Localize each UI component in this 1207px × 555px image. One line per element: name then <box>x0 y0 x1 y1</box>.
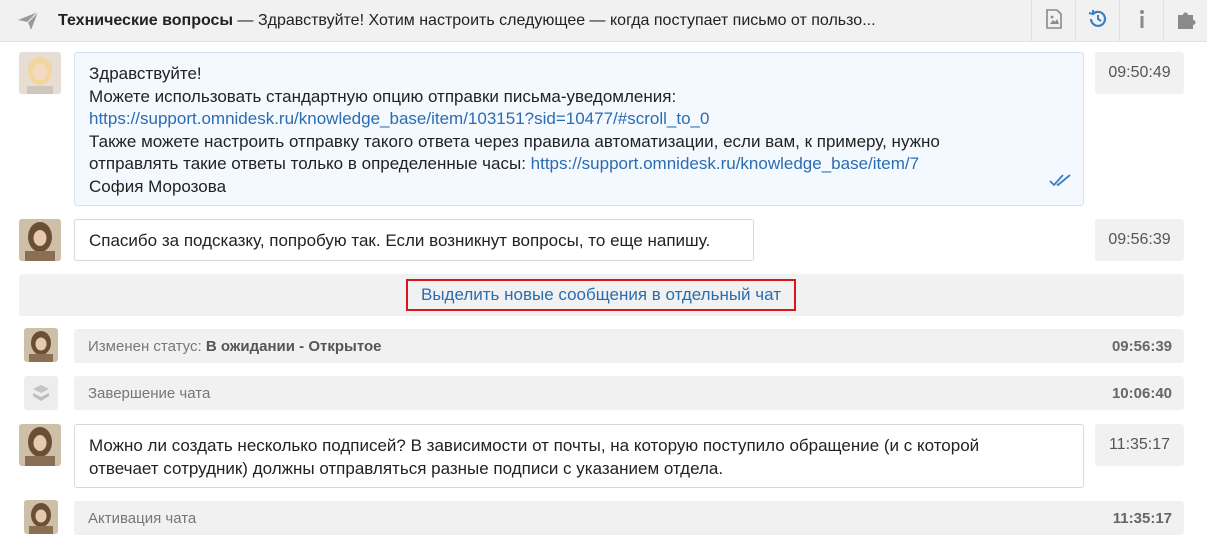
client-avatar <box>24 328 58 362</box>
history-button[interactable] <box>1075 0 1119 42</box>
message-line: Можно ли создать несколько подписей? В з… <box>89 436 980 455</box>
message-signature: София Морозова <box>89 176 227 196</box>
double-check-icon <box>1049 171 1073 194</box>
event-time: 09:56:39 <box>1111 338 1172 355</box>
event-status-value: В ожидании - Открытое <box>205 338 382 355</box>
chat-preview: — Здравствуйте! Хотим настроить следующе… <box>233 12 876 29</box>
client-avatar <box>19 424 61 466</box>
split-chat-link[interactable]: Выделить новые сообщения в отдельный чат <box>406 279 796 311</box>
message-time: 09:56:39 <box>1095 219 1184 261</box>
event-time: 11:35:17 <box>1112 510 1172 527</box>
info-icon <box>1137 9 1147 34</box>
message-bubble-client: Можно ли создать несколько подписей? В з… <box>74 424 1084 488</box>
message-line: отправлять такие ответы только в определ… <box>89 154 531 173</box>
apps-icon <box>1175 8 1197 35</box>
message-line: отвечает сотрудник) должны отправляться … <box>89 458 724 478</box>
attachments-icon <box>1045 8 1062 34</box>
message-bubble-client: Спасибо за подсказку, попробую так. Если… <box>74 219 754 261</box>
client-avatar <box>24 500 58 534</box>
knowledge-base-link[interactable]: https://support.omnidesk.ru/knowledge_ba… <box>531 154 919 173</box>
message-bubble-agent: Здравствуйте! Можете использовать станда… <box>74 52 1084 206</box>
knowledge-base-link[interactable]: https://support.omnidesk.ru/knowledge_ba… <box>89 109 709 128</box>
event-time: 10:06:40 <box>1111 385 1172 402</box>
chat-subject: Технические вопросы <box>58 12 234 29</box>
apps-button[interactable] <box>1163 0 1207 42</box>
message-time: 09:50:49 <box>1095 52 1184 94</box>
message-text: Спасибо за подсказку, попробую так. Если… <box>89 231 711 250</box>
attachments-button[interactable] <box>1031 0 1075 42</box>
chat-header: Технические вопросы — Здравствуйте! Хоти… <box>0 0 1207 42</box>
message-line: Можете использовать стандартную опцию от… <box>89 86 677 106</box>
system-icon <box>24 376 58 410</box>
client-avatar <box>19 219 61 261</box>
event-chat-activated: Активация чата 11:35:17 <box>74 501 1184 535</box>
paper-plane-icon <box>17 10 39 32</box>
info-button[interactable] <box>1119 0 1163 42</box>
message-line: Также можете настроить отправку такого о… <box>89 131 940 151</box>
chat-title: Технические вопросы — Здравствуйте! Хоти… <box>58 12 876 30</box>
event-label: Активация чата <box>88 510 197 527</box>
event-label: Изменен статус: <box>88 338 206 355</box>
event-status-changed: Изменен статус: В ожидании - Открытое 09… <box>74 329 1184 363</box>
message-time: 11:35:17 <box>1095 424 1184 466</box>
event-label: Завершение чата <box>88 385 211 402</box>
header-toolbar <box>1031 0 1207 42</box>
history-icon <box>1087 8 1109 35</box>
agent-avatar <box>19 52 61 94</box>
message-line: Здравствуйте! <box>89 64 202 83</box>
event-chat-finished: Завершение чата 10:06:40 <box>74 376 1184 410</box>
